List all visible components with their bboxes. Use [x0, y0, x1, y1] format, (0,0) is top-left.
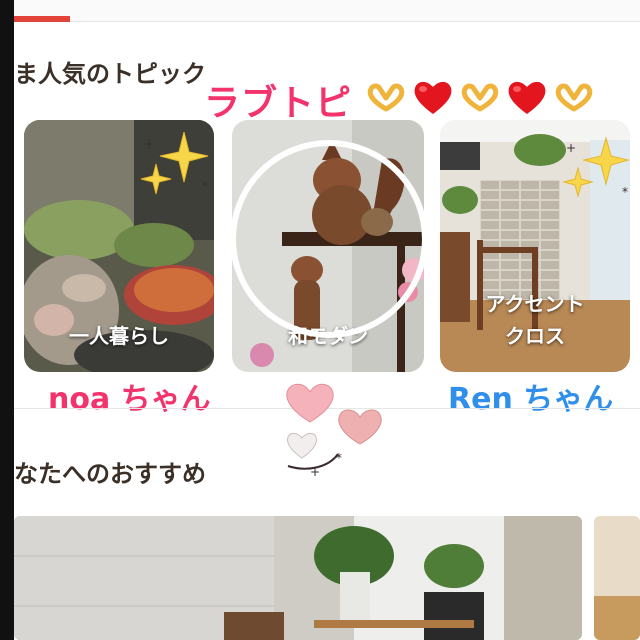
active-tab-indicator [14, 16, 70, 22]
red-heart-icon [508, 81, 546, 114]
floating-hearts-sticker: + * [286, 383, 382, 479]
popular-topics-title: ま人気のトピック [14, 60, 206, 88]
svg-text:*: * [622, 185, 628, 199]
sparkle-icon: + * [562, 136, 630, 199]
sparkle-icon: + * [140, 131, 209, 195]
red-heart-icon [414, 81, 452, 114]
recommended-post-image[interactable] [594, 516, 640, 640]
love-topic-sticker: ラブトピ [204, 83, 353, 124]
heart-hands-icon [555, 83, 593, 112]
recommended-post-image[interactable] [14, 516, 582, 640]
highlight-circle-sticker [230, 140, 428, 338]
room-photo [14, 516, 582, 640]
topic-label: アクセント クロス [485, 292, 585, 348]
emoji-sticker-row [366, 78, 594, 116]
svg-text:+: + [310, 465, 320, 479]
name-sticker-ren: Ren ちゃん [448, 382, 614, 417]
topic-label: 一人暮らし [69, 324, 169, 348]
name-sticker-noa: noa ちゃん [48, 382, 211, 417]
svg-text:+: + [566, 141, 576, 155]
room-photo [594, 516, 640, 640]
svg-text:*: * [336, 451, 342, 465]
recommended-title: なたへのおすすめ [14, 460, 206, 488]
heart-hands-icon [367, 83, 405, 112]
heart-hands-icon [461, 83, 499, 112]
screen-edge [0, 0, 14, 640]
svg-text:*: * [202, 179, 208, 193]
tab-bar [14, 0, 640, 22]
svg-text:+: + [144, 137, 154, 151]
